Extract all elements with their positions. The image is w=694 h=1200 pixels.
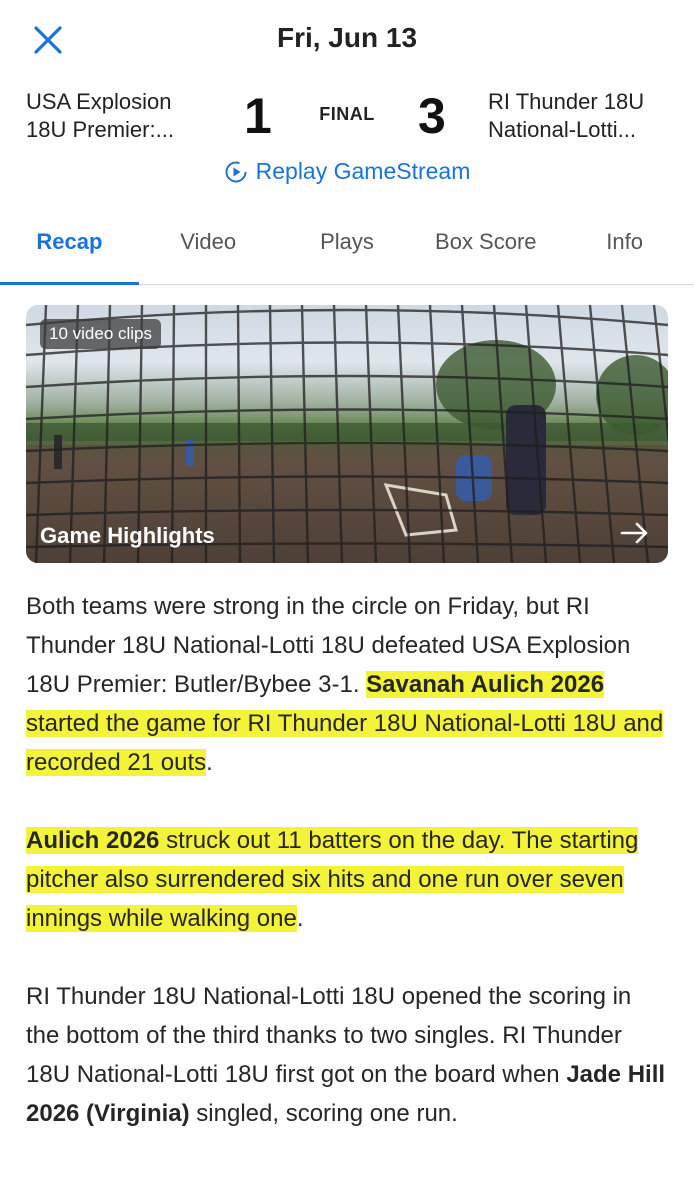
tab-video[interactable]: Video bbox=[139, 200, 278, 284]
p2-player-aulich: Aulich 2026 bbox=[26, 827, 160, 854]
p2-text-c: . bbox=[296, 905, 304, 932]
home-team-name-line2: National-Lotti... bbox=[488, 117, 636, 142]
recap-article: Both teams were strong in the circle on … bbox=[0, 563, 694, 1133]
game-status: FINAL bbox=[319, 104, 375, 124]
replay-label: Replay GameStream bbox=[255, 158, 471, 184]
tab-info-label: Info bbox=[606, 229, 643, 254]
recap-paragraph-3: RI Thunder 18U National-Lotti 18U opened… bbox=[26, 977, 668, 1133]
p1-text-d: . bbox=[206, 749, 213, 776]
tab-recap-label: Recap bbox=[36, 229, 103, 254]
scoreboard: USA Explosion 18U Premier:... 1 FINAL 3 … bbox=[0, 80, 694, 200]
game-date: Fri, Jun 13 bbox=[276, 22, 418, 53]
home-score: 3 bbox=[418, 88, 446, 144]
p3-text-a: RI Thunder 18U National-Lotti 18U opened… bbox=[26, 983, 632, 1088]
tab-recap[interactable]: Recap bbox=[0, 200, 139, 285]
arrow-right-icon[interactable] bbox=[620, 521, 650, 545]
away-score: 1 bbox=[244, 88, 272, 144]
top-bar: Fri, Jun 13 bbox=[0, 0, 694, 80]
tab-plays[interactable]: Plays bbox=[278, 200, 417, 284]
replay-icon bbox=[225, 161, 247, 182]
tab-video-label: Video bbox=[180, 229, 237, 254]
p1-player-savanah-aulich: Savanah Aulich 2026 bbox=[366, 671, 605, 698]
tab-box-score-label: Box Score bbox=[435, 229, 537, 254]
away-team[interactable]: USA Explosion 18U Premier:... bbox=[26, 88, 216, 144]
away-team-name-line1: USA Explosion bbox=[26, 89, 172, 114]
recap-paragraph-1: Both teams were strong in the circle on … bbox=[26, 587, 668, 782]
replay-gamestream-link[interactable]: Replay GameStream bbox=[0, 158, 694, 185]
home-team[interactable]: RI Thunder 18U National-Lotti... bbox=[488, 88, 678, 144]
away-team-name-line2: 18U Premier:... bbox=[26, 117, 174, 142]
tab-bar: Recap Video Plays Box Score Info bbox=[0, 200, 694, 285]
p3-text-c: singled, scoring one run. bbox=[189, 1100, 458, 1127]
game-highlights-card[interactable]: 10 video clips Game Highlights bbox=[26, 305, 668, 563]
p1-text-c: started the game for RI Thunder 18U Nati… bbox=[26, 710, 664, 776]
tab-box-score[interactable]: Box Score bbox=[416, 200, 555, 284]
video-clips-badge: 10 video clips bbox=[40, 319, 162, 349]
tab-info[interactable]: Info bbox=[555, 200, 694, 284]
recap-paragraph-2: Aulich 2026 struck out 11 batters on the… bbox=[26, 821, 668, 938]
game-highlights-title: Game Highlights bbox=[40, 523, 215, 548]
home-team-name-line1: RI Thunder 18U bbox=[488, 89, 645, 114]
tab-plays-label: Plays bbox=[320, 229, 374, 254]
